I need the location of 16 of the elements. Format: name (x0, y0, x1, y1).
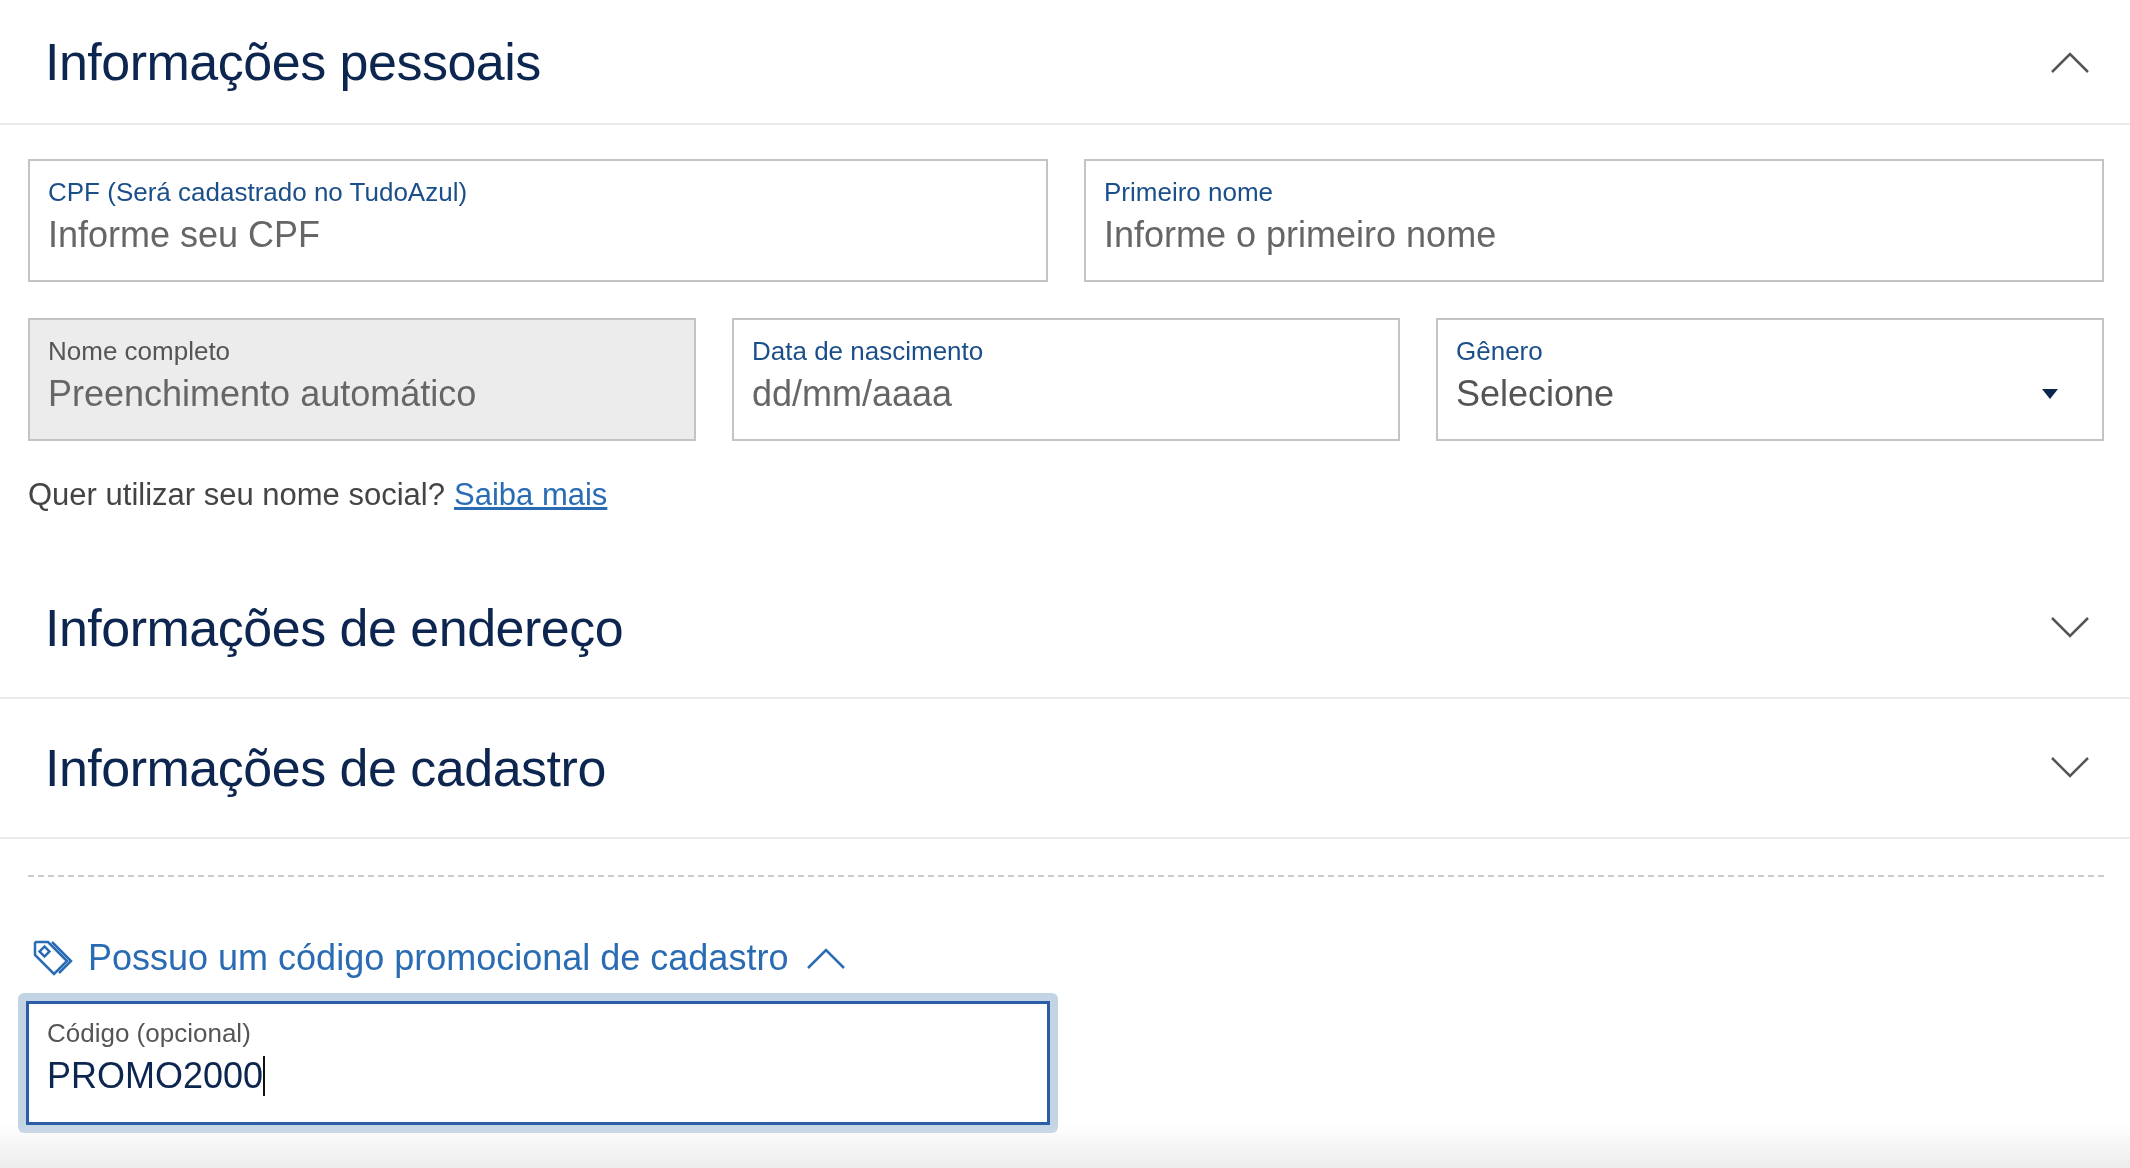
chevron-down-icon[interactable] (2050, 756, 2090, 780)
chevron-up-icon[interactable] (806, 946, 847, 970)
dropdown-arrow-icon (2042, 389, 2058, 399)
promo-code-toggle[interactable]: Possuo um código promocional de cadastro (32, 937, 847, 979)
note-text: Quer utilizar seu nome social? (28, 477, 445, 513)
input-field[interactable]: Primeiro nome Informe o primeiro nome (1084, 159, 2104, 282)
learn-more-link[interactable]: Saiba mais (454, 477, 608, 513)
text-cursor (263, 1056, 266, 1096)
dropdown[interactable]: Gênero Selecione (1436, 318, 2104, 441)
section-title: Informações de cadastro (45, 738, 606, 798)
chevron-down-icon[interactable] (2050, 616, 2090, 640)
input-field[interactable]: CPF (Será cadastrado no TudoAzul) Informe seu CPF (28, 159, 1048, 282)
input-field[interactable]: Código (opcional) PROMO2000 (26, 1001, 1050, 1125)
section-title: Informações de endereço (45, 598, 624, 658)
input-field[interactable]: Data de nascimento dd/mm/aaaa (732, 318, 1400, 441)
section-title: Informações pessoais (45, 31, 541, 92)
